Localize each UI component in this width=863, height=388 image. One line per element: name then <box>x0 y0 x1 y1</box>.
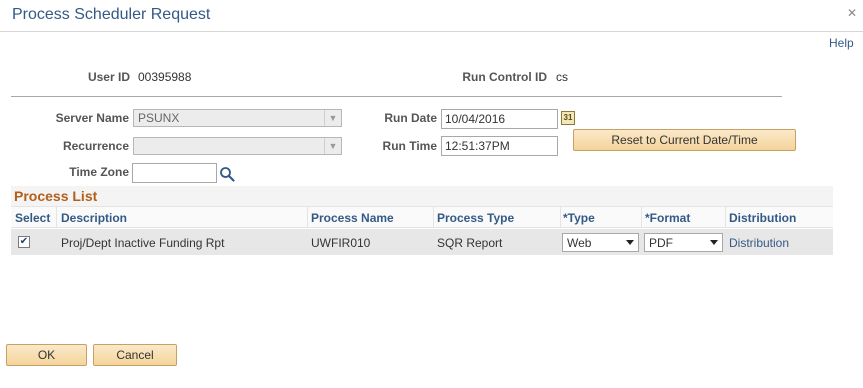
user-id-label: User ID <box>87 70 130 84</box>
time-zone-label: Time Zone <box>69 165 129 179</box>
chevron-down-icon <box>626 240 634 245</box>
section-divider <box>11 96 782 97</box>
process-list-title: Process List <box>14 188 98 204</box>
column-header-type[interactable]: *Type <box>563 211 595 225</box>
server-name-label: Server Name <box>55 111 129 125</box>
distribution-link[interactable]: Distribution <box>729 236 789 250</box>
server-name-value: PSUNX <box>138 111 180 125</box>
reset-datetime-button[interactable]: Reset to Current Date/Time <box>573 129 796 151</box>
process-list-header <box>11 186 833 206</box>
run-date-label: Run Date <box>384 111 437 125</box>
column-header-process-name[interactable]: Process Name <box>311 211 394 225</box>
select-checkbox[interactable]: ✔ <box>18 236 30 248</box>
calendar-icon[interactable]: 31 <box>561 111 575 125</box>
recurrence-label: Recurrence <box>62 139 129 153</box>
column-divider <box>641 206 642 228</box>
column-header-format[interactable]: *Format <box>645 211 690 225</box>
column-header-distribution[interactable]: Distribution <box>729 211 796 225</box>
ok-button[interactable]: OK <box>6 344 87 366</box>
row-description: Proj/Dept Inactive Funding Rpt <box>61 236 225 250</box>
column-divider <box>56 206 57 228</box>
type-value: Web <box>567 236 592 250</box>
run-date-input[interactable] <box>441 109 558 129</box>
column-header-process-type[interactable]: Process Type <box>437 211 514 225</box>
row-process-type: SQR Report <box>437 236 503 250</box>
server-name-select[interactable]: PSUNX ▼ <box>133 109 342 127</box>
column-header-select[interactable]: Select <box>15 211 50 225</box>
format-select[interactable]: PDF <box>644 233 723 252</box>
run-time-label: Run Time <box>382 139 437 153</box>
run-control-value: cs <box>556 70 568 84</box>
column-divider <box>560 206 561 228</box>
user-id-value: 00395988 <box>138 70 192 84</box>
column-divider <box>433 206 434 228</box>
help-link[interactable]: Help <box>829 36 854 50</box>
run-time-input[interactable] <box>441 136 558 156</box>
search-icon[interactable] <box>219 166 235 182</box>
cancel-button[interactable]: Cancel <box>93 344 177 366</box>
column-divider <box>725 206 726 228</box>
process-list-column-header <box>11 206 833 228</box>
type-select[interactable]: Web <box>562 233 639 252</box>
chevron-down-icon: ▼ <box>324 138 341 154</box>
recurrence-select[interactable]: ▼ <box>133 137 342 155</box>
close-icon[interactable]: ✕ <box>846 7 858 19</box>
run-control-label: Run Control ID <box>462 70 547 84</box>
row-process-name: UWFIR010 <box>311 236 371 250</box>
format-value: PDF <box>649 236 673 250</box>
chevron-down-icon <box>710 240 718 245</box>
chevron-down-icon: ▼ <box>324 110 341 126</box>
title-divider <box>0 31 863 32</box>
column-divider <box>307 206 308 228</box>
dialog-title: Process Scheduler Request <box>12 6 211 23</box>
column-header-description[interactable]: Description <box>61 211 127 225</box>
time-zone-input[interactable] <box>132 163 217 183</box>
